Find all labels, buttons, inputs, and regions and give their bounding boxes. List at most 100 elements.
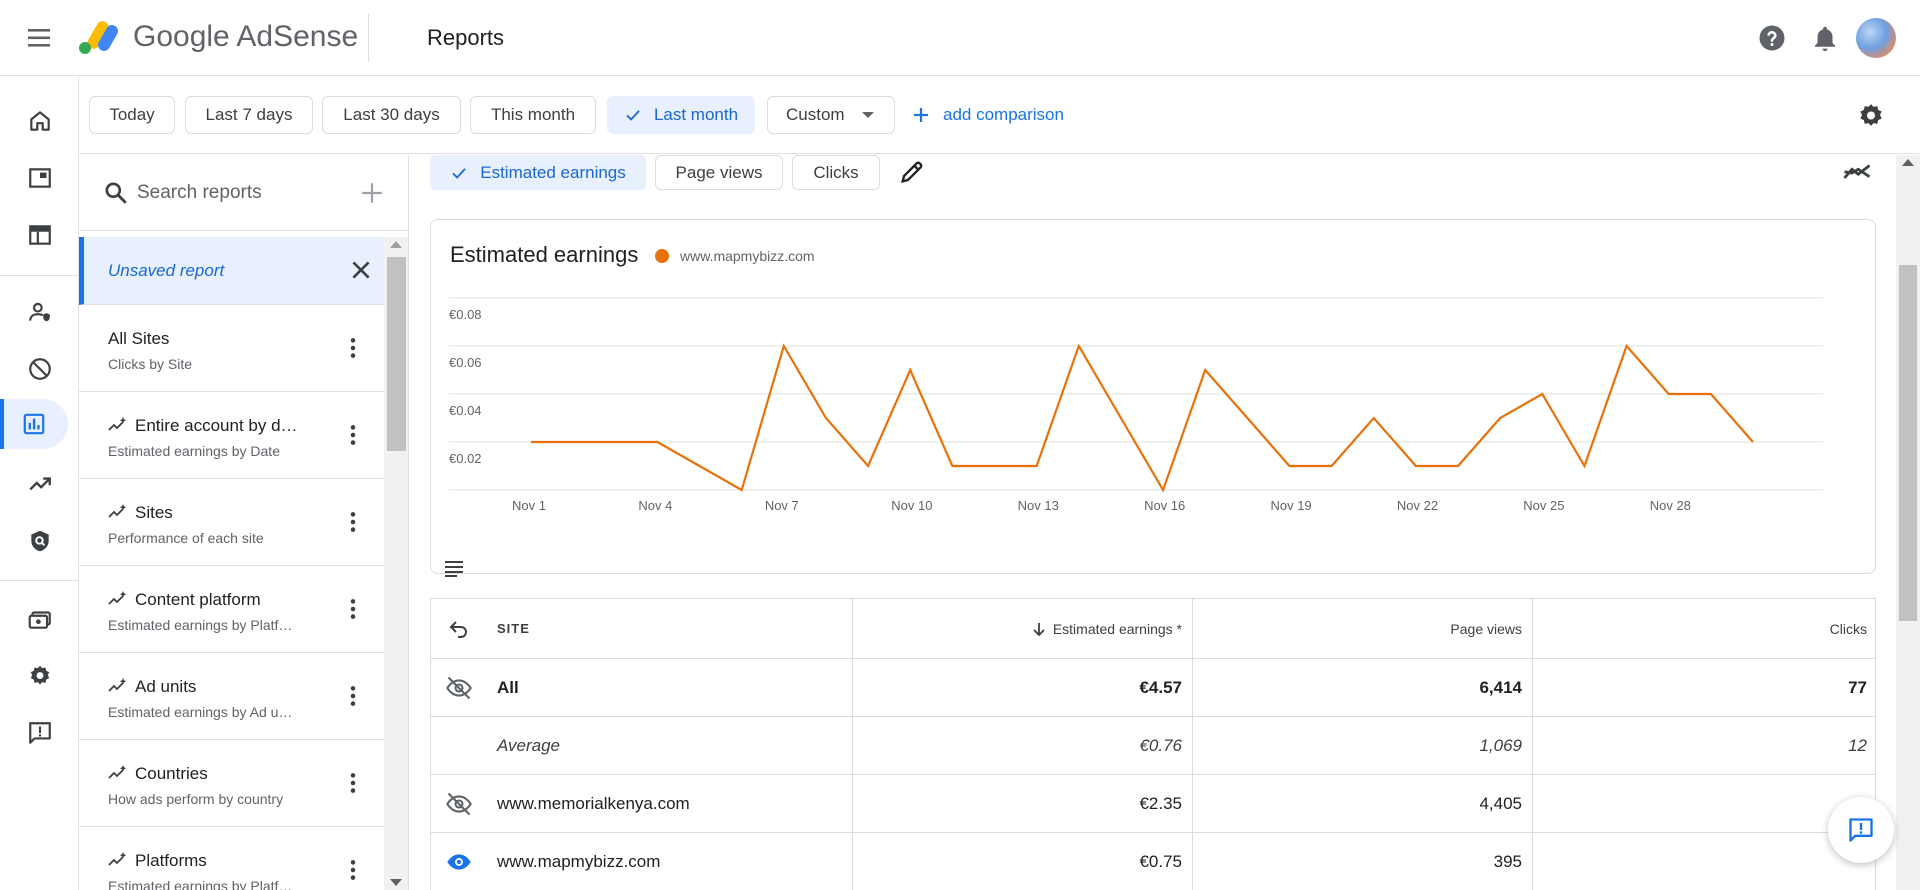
report-item-ad-units[interactable]: Ad units Estimated earnings by Ad u… bbox=[79, 653, 384, 740]
more-options-icon[interactable] bbox=[340, 422, 366, 448]
row-earnings: €0.75 bbox=[852, 833, 1192, 890]
report-list: Unsaved report All Sites Clicks by Site … bbox=[79, 237, 384, 890]
add-comparison-button[interactable]: add comparison bbox=[911, 96, 1064, 134]
custom-report-icon bbox=[108, 678, 127, 692]
row-clicks: 12 bbox=[1532, 717, 1877, 774]
scrollbar-thumb[interactable] bbox=[387, 257, 406, 451]
chip-custom[interactable]: Custom bbox=[767, 96, 895, 134]
visibility-icon[interactable] bbox=[431, 833, 487, 890]
metric-chip-estimated-earnings[interactable]: Estimated earnings bbox=[430, 155, 646, 190]
table-row: Average €0.76 1,069 12 bbox=[431, 717, 1875, 775]
row-earnings: €2.35 bbox=[852, 775, 1192, 832]
legend-label: www.mapmybizz.com bbox=[680, 248, 815, 264]
row-visibility-empty bbox=[431, 717, 487, 774]
chip-last-month[interactable]: Last month bbox=[607, 96, 755, 134]
x-tick-label: Nov 1 bbox=[512, 498, 546, 513]
row-site: www.mapmybizz.com bbox=[497, 851, 661, 871]
chip-last-7-days[interactable]: Last 7 days bbox=[185, 96, 313, 134]
scroll-up-arrow-icon[interactable] bbox=[390, 241, 402, 248]
chip-last-30-days[interactable]: Last 30 days bbox=[322, 96, 461, 134]
blocking-controls-icon[interactable] bbox=[0, 344, 79, 394]
report-settings-icon[interactable] bbox=[1856, 101, 1886, 131]
help-icon[interactable] bbox=[1757, 23, 1787, 53]
optimization-icon[interactable] bbox=[0, 459, 79, 509]
report-item-platforms[interactable]: Platforms Estimated earnings by Platf… bbox=[79, 827, 384, 890]
reset-sort-icon[interactable] bbox=[431, 599, 487, 658]
chip-label: This month bbox=[490, 105, 576, 124]
scroll-up-arrow-icon[interactable] bbox=[1902, 159, 1914, 166]
x-tick-label: Nov 22 bbox=[1397, 498, 1438, 513]
header-site[interactable]: SITE bbox=[497, 599, 837, 658]
more-options-icon[interactable] bbox=[340, 596, 366, 622]
report-title: Content platform bbox=[135, 590, 261, 609]
reports-panel-scrollbar[interactable] bbox=[384, 237, 408, 890]
scrollbar-thumb[interactable] bbox=[1899, 265, 1917, 621]
report-title: Platforms bbox=[135, 851, 207, 870]
custom-report-icon bbox=[108, 852, 127, 866]
metric-chip-page-views[interactable]: Page views bbox=[655, 155, 783, 190]
earnings-line-chart: €0.02 €0.04 €0.06 €0.08 Nov 1 Nov 4 Nov 7 Nov 1… bbox=[449, 297, 1823, 513]
chart-toggle-icon[interactable] bbox=[1842, 158, 1872, 188]
report-item-entire-account[interactable]: Entire account by d… Estimated earnings … bbox=[79, 392, 384, 479]
report-item-countries[interactable]: Countries How ads perform by country bbox=[79, 740, 384, 827]
avatar[interactable] bbox=[1856, 18, 1896, 58]
report-item-all-sites[interactable]: All Sites Clicks by Site bbox=[79, 305, 384, 392]
report-item-sites[interactable]: Sites Performance of each site bbox=[79, 479, 384, 566]
more-options-icon[interactable] bbox=[340, 509, 366, 535]
sites-icon[interactable] bbox=[0, 210, 79, 260]
ads-icon[interactable] bbox=[0, 153, 79, 203]
custom-report-icon bbox=[108, 504, 127, 518]
row-earnings: €0.76 bbox=[852, 717, 1192, 774]
x-tick-label: Nov 13 bbox=[1018, 498, 1059, 513]
custom-report-icon bbox=[108, 417, 127, 431]
header-page-views[interactable]: Page views bbox=[1192, 599, 1532, 658]
chart-title: Estimated earnings bbox=[450, 242, 639, 267]
feedback-icon[interactable] bbox=[0, 708, 79, 758]
more-options-icon[interactable] bbox=[340, 335, 366, 361]
x-tick-label: Nov 4 bbox=[638, 498, 672, 513]
chart-data-table-icon[interactable] bbox=[443, 558, 465, 578]
add-report-icon[interactable] bbox=[359, 180, 385, 206]
metric-chip-label: Page views bbox=[675, 162, 763, 182]
unsaved-report-item[interactable]: Unsaved report bbox=[79, 237, 384, 305]
account-settings-icon[interactable] bbox=[0, 651, 79, 701]
report-title: Entire account by d… bbox=[135, 416, 298, 435]
custom-report-icon bbox=[108, 591, 127, 605]
report-item-content-platform[interactable]: Content platform Estimated earnings by P… bbox=[79, 566, 384, 653]
row-clicks bbox=[1532, 833, 1877, 890]
x-tick-label: Nov 10 bbox=[891, 498, 932, 513]
main-scrollbar[interactable] bbox=[1896, 155, 1920, 890]
reports-icon[interactable] bbox=[0, 399, 68, 449]
chart-legend[interactable]: www.mapmybizz.com bbox=[655, 248, 815, 264]
search-reports-input[interactable] bbox=[137, 177, 347, 209]
send-feedback-button[interactable] bbox=[1828, 797, 1894, 863]
report-subtitle: Estimated earnings by Ad u… bbox=[108, 704, 293, 720]
chip-label: Custom bbox=[786, 105, 845, 124]
payments-icon[interactable] bbox=[0, 594, 79, 644]
close-icon[interactable] bbox=[348, 257, 374, 283]
scroll-down-arrow-icon[interactable] bbox=[390, 879, 402, 886]
row-page-views: 4,405 bbox=[1192, 775, 1532, 832]
chip-today[interactable]: Today bbox=[89, 96, 175, 134]
privacy-messaging-icon[interactable] bbox=[0, 287, 79, 337]
row-page-views: 395 bbox=[1192, 833, 1532, 890]
visibility-off-icon[interactable] bbox=[431, 775, 487, 832]
metric-chip-clicks[interactable]: Clicks bbox=[792, 155, 880, 190]
brand-name: Google AdSense bbox=[133, 20, 359, 53]
more-options-icon[interactable] bbox=[340, 770, 366, 796]
unsaved-report-label: Unsaved report bbox=[108, 261, 225, 280]
header-estimated-earnings[interactable]: Estimated earnings * bbox=[852, 599, 1192, 658]
header-clicks[interactable]: Clicks bbox=[1532, 599, 1877, 658]
y-tick-label: €0.08 bbox=[449, 307, 482, 322]
report-subtitle: Estimated earnings by Platf… bbox=[108, 878, 293, 890]
main-menu-icon[interactable] bbox=[22, 22, 60, 54]
notifications-icon[interactable] bbox=[1810, 23, 1840, 53]
more-options-icon[interactable] bbox=[340, 683, 366, 709]
chip-this-month[interactable]: This month bbox=[470, 96, 596, 134]
policy-center-icon[interactable] bbox=[0, 516, 79, 566]
more-options-icon[interactable] bbox=[340, 857, 366, 883]
visibility-off-icon[interactable] bbox=[431, 659, 487, 716]
edit-metrics-pencil-icon[interactable] bbox=[898, 158, 926, 186]
home-icon[interactable] bbox=[0, 96, 79, 146]
y-tick-label: €0.04 bbox=[449, 403, 482, 418]
